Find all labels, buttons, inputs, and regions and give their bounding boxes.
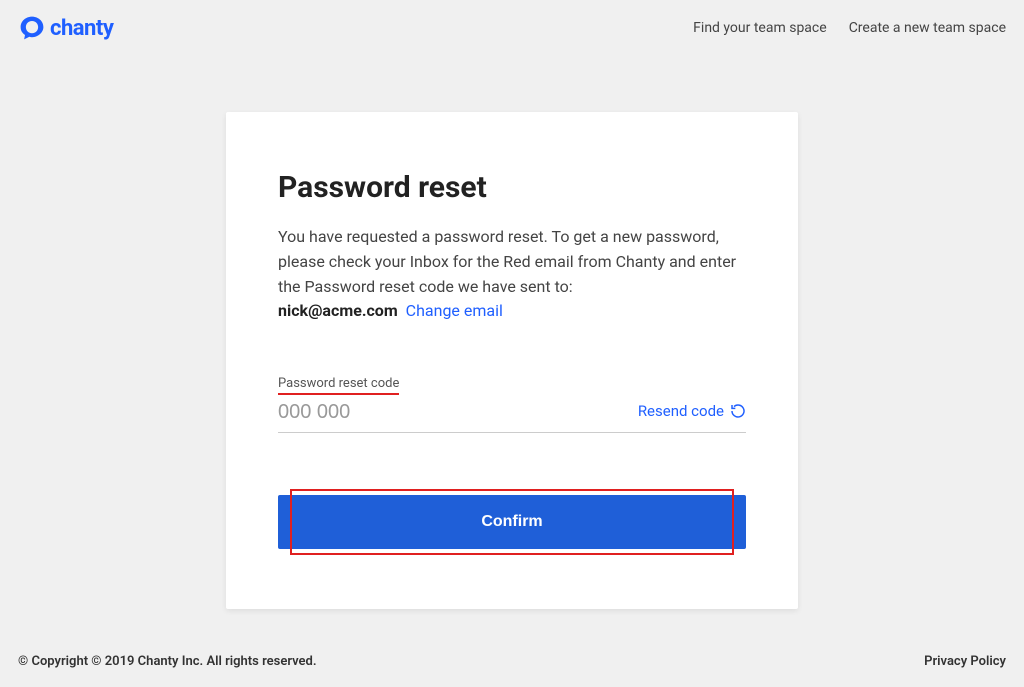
create-team-link[interactable]: Create a new team space — [849, 20, 1006, 36]
code-field-row: Password reset code Resend code — [278, 372, 746, 433]
page-title: Password reset — [278, 170, 746, 205]
footer: © Copyright © 2019 Chanty Inc. All right… — [0, 638, 1024, 687]
header: chanty Find your team space Create a new… — [0, 0, 1024, 56]
nav-links: Find your team space Create a new team s… — [693, 20, 1006, 36]
privacy-policy-link[interactable]: Privacy Policy — [924, 654, 1006, 669]
resend-label: Resend code — [638, 402, 724, 420]
description-text: You have requested a password reset. To … — [278, 225, 746, 299]
code-input[interactable] — [278, 401, 638, 424]
main: Password reset You have requested a pass… — [0, 56, 1024, 609]
refresh-icon — [730, 403, 746, 419]
resend-code-button[interactable]: Resend code — [638, 402, 746, 424]
confirm-button-wrap: Confirm — [278, 495, 746, 549]
change-email-link[interactable]: Change email — [406, 301, 503, 320]
code-field-label: Password reset code — [278, 376, 399, 395]
logo-text: chanty — [50, 16, 113, 41]
find-team-link[interactable]: Find your team space — [693, 20, 827, 36]
confirm-button[interactable]: Confirm — [278, 495, 746, 549]
email-value: nick@acme.com — [278, 301, 398, 320]
password-reset-card: Password reset You have requested a pass… — [226, 112, 798, 609]
logo[interactable]: chanty — [18, 14, 113, 42]
logo-icon — [18, 14, 46, 42]
email-line: nick@acme.com Change email — [278, 299, 746, 324]
code-field: Password reset code — [278, 372, 638, 424]
copyright-text: © Copyright © 2019 Chanty Inc. All right… — [18, 654, 317, 669]
